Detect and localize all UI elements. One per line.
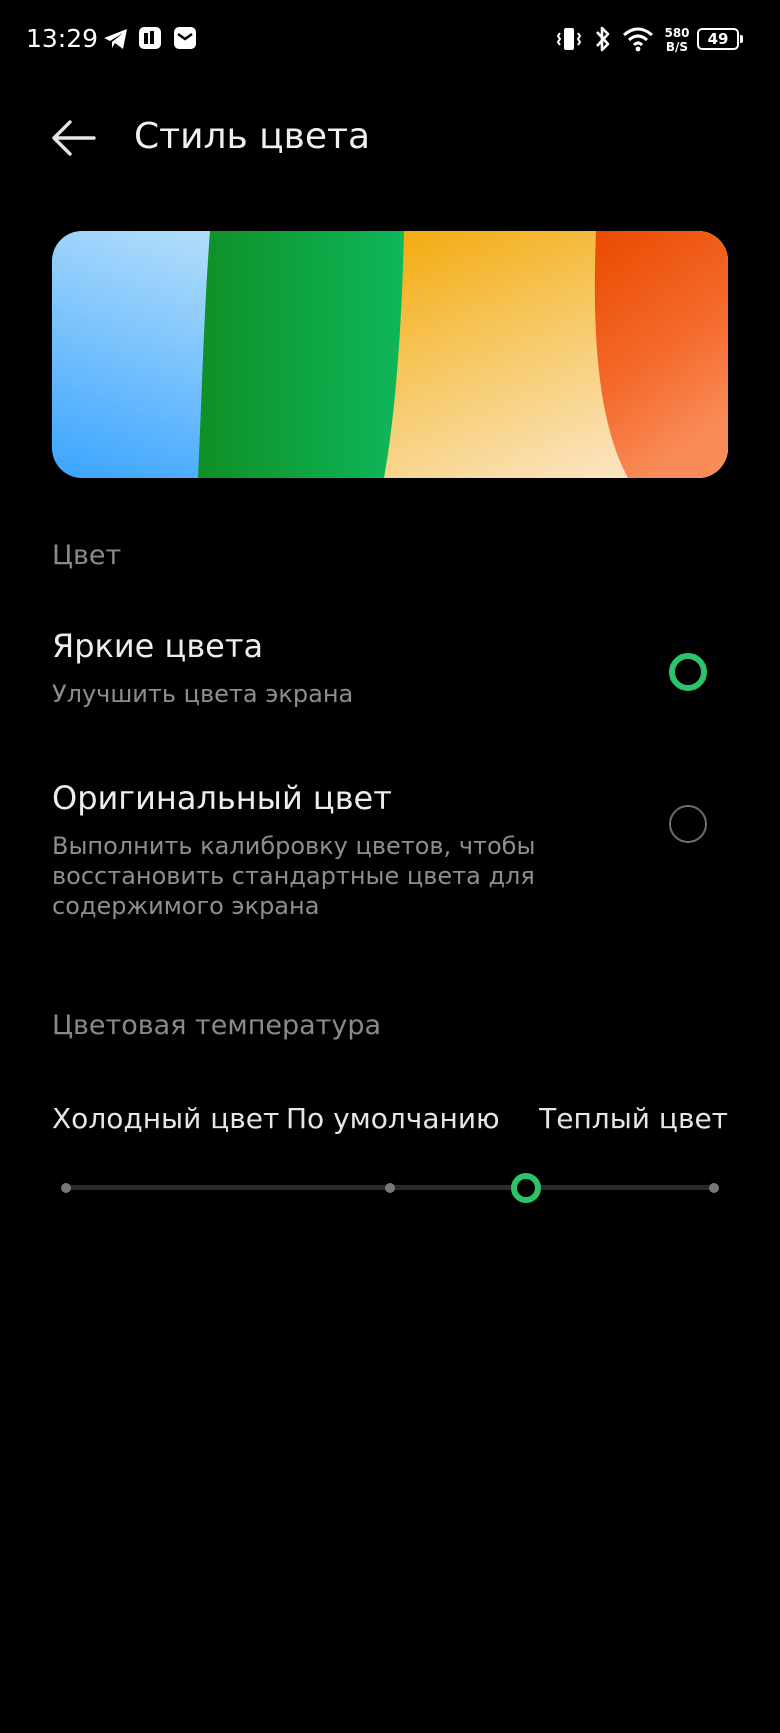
battery-icon: 49 [697,28,743,50]
section-label-temperature: Цветовая температура [52,1010,382,1041]
network-speed: 580 B/S [663,26,691,54]
option-subtitle: Улучшить цвета экрана [52,680,354,708]
wifi-icon [623,27,653,52]
status-time: 13:29 [26,24,99,53]
option-title: Яркие цвета [52,627,264,665]
battery-level: 49 [707,30,729,48]
page-title: Стиль цвета [134,116,371,157]
color-preview-banner [52,231,728,478]
network-speed-unit: B/S [665,40,689,54]
radio-vivid-colors[interactable] [669,653,707,691]
option-subtitle: Выполнить калибровку цветов, чтобы восст… [52,832,536,920]
telegram-icon [104,29,127,49]
vibrate-icon [556,28,582,50]
bluetooth-icon [596,26,610,52]
mail-icon [174,27,196,49]
slider-tick [385,1183,395,1193]
temp-label-cold: Холодный цвет [52,1102,280,1135]
slider-tick [61,1183,71,1193]
status-bar: 13:29 580 B/S 49 [0,0,780,80]
app-icon [139,27,161,49]
network-speed-value: 580 [664,26,690,40]
back-arrow-icon[interactable] [50,118,98,158]
option-title: Оригинальный цвет [52,779,392,817]
section-label-color: Цвет [52,540,122,571]
radio-original-color[interactable] [669,805,707,843]
slider-tick [709,1183,719,1193]
slider-thumb[interactable] [511,1173,542,1203]
temp-label-warm: Теплый цвет [539,1102,728,1135]
temp-label-default: По умолчанию [286,1102,500,1135]
